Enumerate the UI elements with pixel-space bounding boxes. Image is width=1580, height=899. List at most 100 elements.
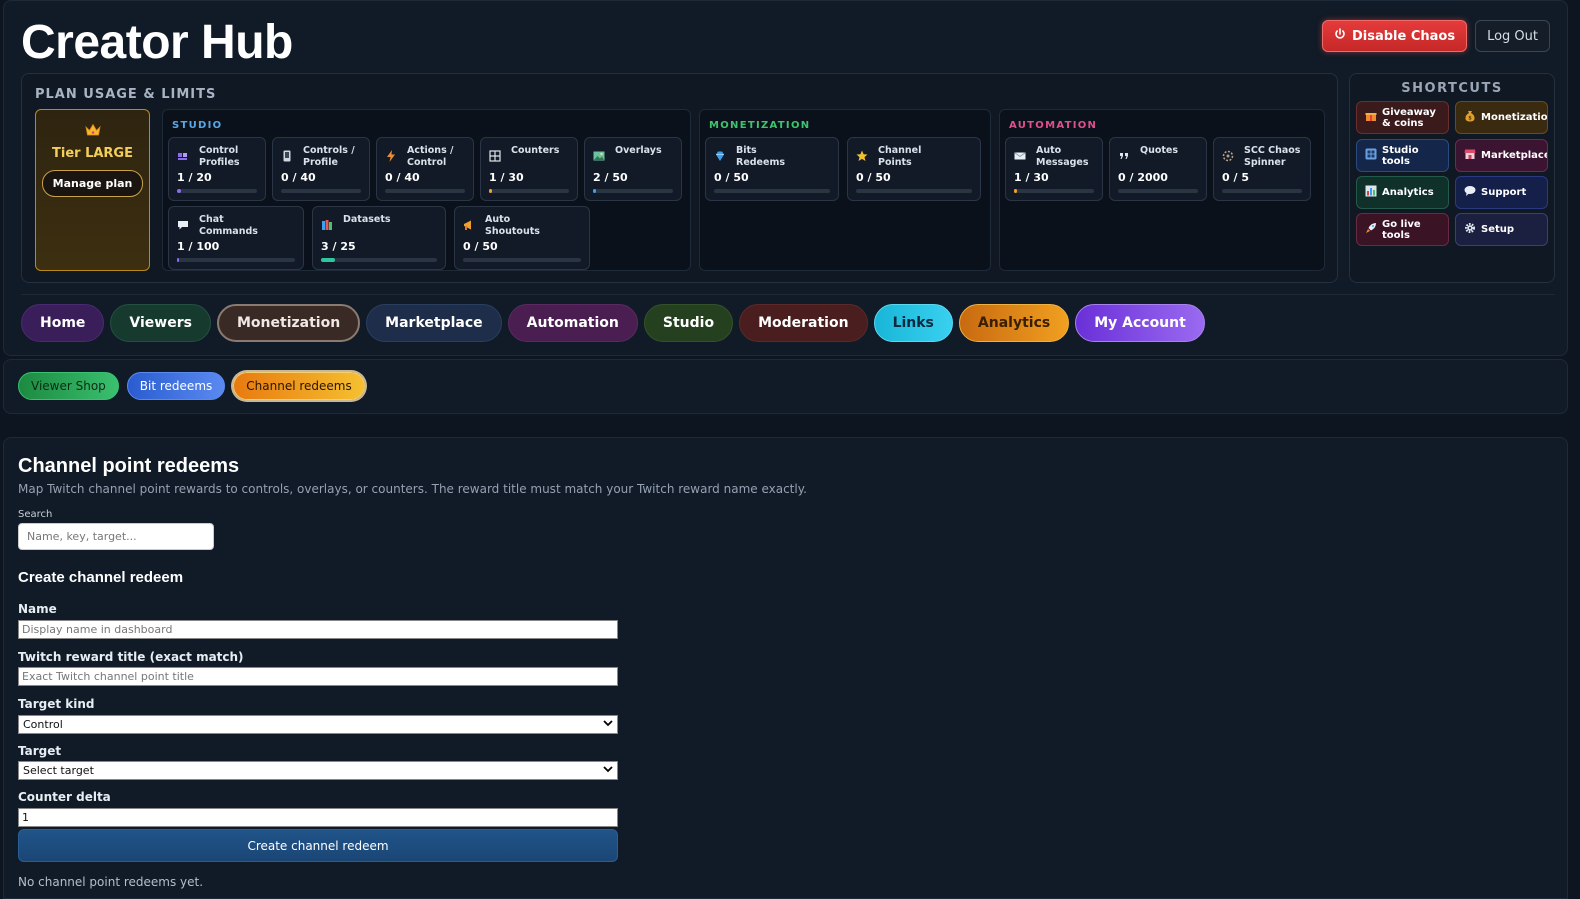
search-input[interactable] bbox=[18, 523, 214, 550]
target-kind-value: Control bbox=[23, 718, 63, 731]
bolt-icon bbox=[385, 150, 397, 162]
envelope-icon bbox=[1014, 150, 1026, 162]
shortcut-support[interactable]: Support bbox=[1455, 176, 1548, 209]
usage-card-auto-messages: Auto Messages 1 / 30 bbox=[1005, 137, 1103, 201]
shortcut-label: Monetization bbox=[1481, 112, 1548, 123]
plan-usage-panel: PLAN USAGE & LIMITS Tier LARGE Manage pl… bbox=[21, 73, 1338, 283]
target-kind-select[interactable]: Control bbox=[18, 715, 618, 734]
counter-delta-label: Counter delta bbox=[18, 790, 111, 804]
nav-tab-home[interactable]: Home bbox=[21, 304, 105, 342]
usage-card-auto-shoutouts: Auto Shoutouts 0 / 50 bbox=[454, 206, 590, 270]
subnav-tab-channel-redeems[interactable]: Channel redeems bbox=[233, 372, 365, 400]
usage-card-control-profiles: Control Profiles 1 / 20 bbox=[168, 137, 266, 201]
subnav: Viewer Shop Bit redeems Channel redeems bbox=[18, 372, 365, 400]
shortcut-setup[interactable]: Setup bbox=[1455, 213, 1548, 246]
manage-plan-button[interactable]: Manage plan bbox=[41, 170, 144, 197]
shortcut-marketplace[interactable]: Marketplace bbox=[1455, 139, 1548, 172]
target-value: Select target bbox=[23, 764, 94, 777]
shortcut-label: Giveaway & coins bbox=[1382, 106, 1436, 129]
monetization-group: MONETIZATION Bits Redeems 0 / 50 Channel P… bbox=[699, 109, 991, 271]
nav-tab-monetization[interactable]: Monetization bbox=[216, 304, 361, 342]
usage-bar bbox=[385, 189, 465, 193]
nav-tab-links[interactable]: Links bbox=[873, 304, 953, 342]
shortcut-monetization[interactable]: $ Monetization bbox=[1455, 101, 1548, 134]
subnav-tab-viewer-shop[interactable]: Viewer Shop bbox=[18, 372, 119, 400]
shortcut-label: Setup bbox=[1481, 224, 1515, 235]
tier-card: Tier LARGE Manage plan bbox=[35, 109, 150, 271]
tier-name: Tier LARGE bbox=[52, 146, 133, 161]
app-title: Creator Hub bbox=[21, 16, 293, 69]
usage-value: 0 / 2000 bbox=[1118, 171, 1168, 184]
usage-card-channel-points: Channel Points 0 / 50 bbox=[847, 137, 981, 201]
shortcut-giveaway-coins[interactable]: Giveaway & coins bbox=[1356, 101, 1449, 134]
automation-group: AUTOMATION Auto Messages 1 / 30 Quotes 0 / … bbox=[999, 109, 1325, 271]
usage-label: Actions / Control bbox=[407, 145, 454, 168]
usage-value: 1 / 30 bbox=[1014, 171, 1049, 184]
nav-tab-automation[interactable]: Automation bbox=[507, 304, 638, 342]
usage-value: 0 / 50 bbox=[463, 240, 498, 253]
usage-bar-fill bbox=[593, 189, 597, 193]
logout-button[interactable]: Log Out bbox=[1475, 20, 1550, 52]
usage-bar bbox=[489, 189, 569, 193]
divider bbox=[21, 294, 1555, 295]
page-title: Channel point redeems bbox=[18, 455, 240, 477]
page-description: Map Twitch channel point rewards to cont… bbox=[18, 482, 807, 496]
usage-card-quotes: Quotes 0 / 2000 bbox=[1109, 137, 1207, 201]
money-bag-icon: $ bbox=[1464, 110, 1476, 125]
shortcut-label: Analytics bbox=[1382, 187, 1434, 198]
usage-bar bbox=[1222, 189, 1302, 193]
nav-tab-viewers[interactable]: Viewers bbox=[110, 304, 211, 342]
shortcut-label: Marketplace bbox=[1481, 150, 1548, 161]
usage-label: Counters bbox=[511, 145, 560, 156]
target-select[interactable]: Select target bbox=[18, 761, 618, 780]
reward-title-label: Twitch reward title (exact match) bbox=[18, 650, 244, 664]
megaphone-icon bbox=[463, 219, 475, 231]
usage-card-counters: Counters 1 / 30 bbox=[480, 137, 578, 201]
nav-tab-studio[interactable]: Studio bbox=[643, 304, 734, 342]
empty-state-message: No channel point redeems yet. bbox=[18, 875, 204, 889]
shortcut-studio-tools[interactable]: Studio tools bbox=[1356, 139, 1449, 172]
usage-label: Auto Messages bbox=[1036, 145, 1089, 168]
chevron-down-icon bbox=[603, 719, 613, 730]
rocket-icon bbox=[1365, 222, 1377, 237]
phone-icon bbox=[281, 150, 293, 162]
quote-icon bbox=[1118, 150, 1130, 162]
target-kind-label: Target kind bbox=[18, 697, 95, 711]
subnav-tab-bit-redeems[interactable]: Bit redeems bbox=[126, 372, 226, 400]
usage-card-datasets: Datasets 3 / 25 bbox=[312, 206, 446, 270]
nav-tab-moderation[interactable]: Moderation bbox=[739, 304, 868, 342]
usage-bar bbox=[463, 258, 581, 262]
disable-chaos-button[interactable]: Disable Chaos bbox=[1321, 20, 1468, 52]
counter-delta-field[interactable] bbox=[18, 808, 618, 827]
usage-value: 3 / 25 bbox=[321, 240, 356, 253]
studio-group-title: STUDIO bbox=[172, 120, 223, 131]
usage-bar-fill bbox=[177, 189, 181, 193]
usage-value: 1 / 20 bbox=[177, 171, 212, 184]
usage-value: 2 / 50 bbox=[593, 171, 628, 184]
name-field[interactable] bbox=[18, 620, 618, 639]
bar-chart-icon bbox=[1365, 185, 1377, 200]
usage-label: Auto Shoutouts bbox=[485, 214, 540, 237]
gift-icon bbox=[1365, 110, 1377, 125]
automation-group-title: AUTOMATION bbox=[1009, 120, 1098, 131]
usage-card-controls-profile: Controls / Profile 0 / 40 bbox=[272, 137, 370, 201]
nav-tab-my-account[interactable]: My Account bbox=[1075, 304, 1205, 342]
create-redeem-button[interactable]: Create channel redeem bbox=[18, 829, 618, 862]
usage-bar bbox=[593, 189, 673, 193]
shortcut-analytics[interactable]: Analytics bbox=[1356, 176, 1449, 209]
usage-label: Chat Commands bbox=[199, 214, 258, 237]
usage-label: Channel Points bbox=[878, 145, 922, 168]
books-icon bbox=[321, 219, 333, 231]
usage-bar bbox=[281, 189, 361, 193]
shortcuts-title: SHORTCUTS bbox=[1401, 81, 1503, 96]
target-label: Target bbox=[18, 744, 62, 758]
shortcut-go-live-tools[interactable]: Go live tools bbox=[1356, 213, 1449, 246]
star-icon bbox=[856, 150, 868, 162]
nav-tab-analytics[interactable]: Analytics bbox=[958, 304, 1070, 342]
usage-value: 0 / 50 bbox=[714, 171, 749, 184]
create-redeem-title: Create channel redeem bbox=[18, 569, 184, 586]
nav-tab-marketplace[interactable]: Marketplace bbox=[366, 304, 502, 342]
reward-title-field[interactable] bbox=[18, 667, 618, 686]
speech-bubble-icon bbox=[1464, 185, 1476, 200]
usage-bar-fill bbox=[1014, 189, 1017, 193]
